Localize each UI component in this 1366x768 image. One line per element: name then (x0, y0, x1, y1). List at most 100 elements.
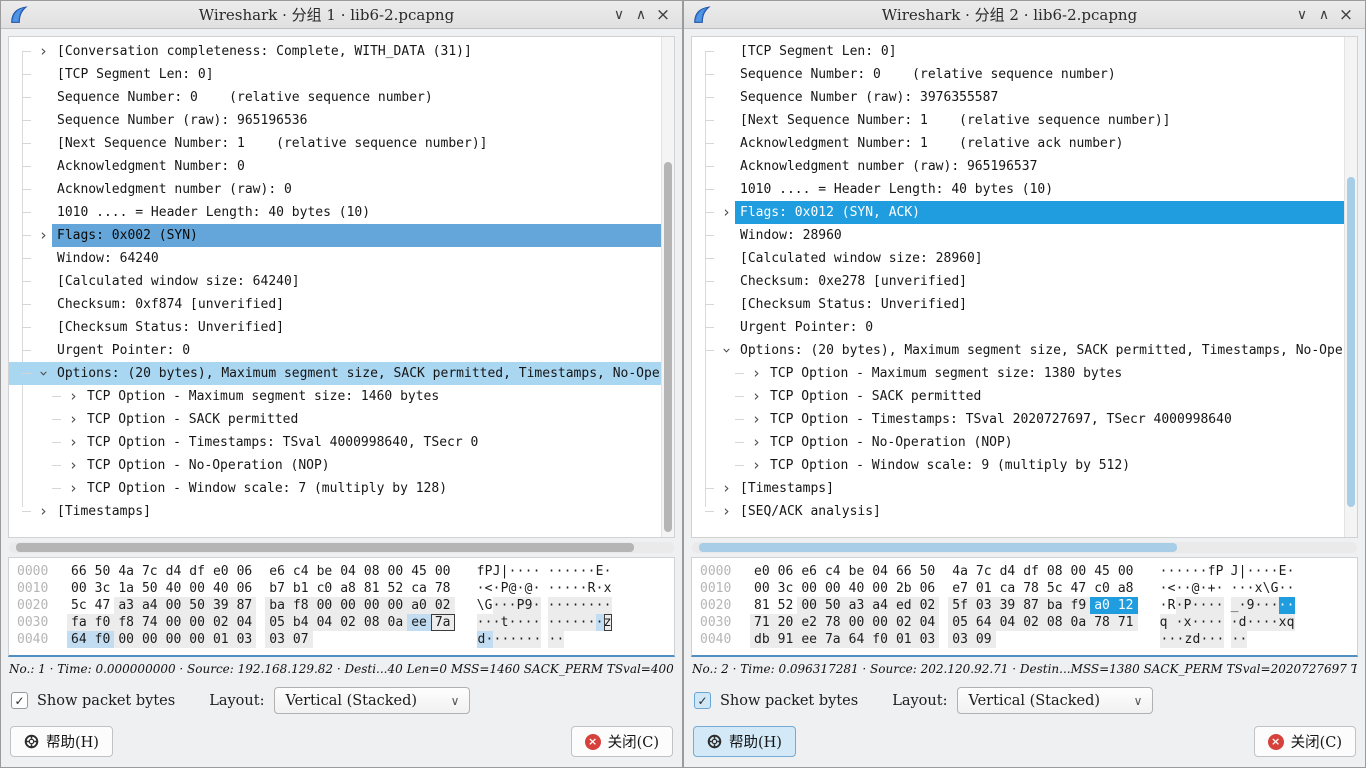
close-icon[interactable]: × (652, 2, 674, 28)
ascii-char[interactable]: 9 (525, 597, 533, 614)
hex-byte[interactable]: 39 (996, 597, 1020, 614)
ascii-char[interactable]: · (596, 580, 604, 597)
hex-byte[interactable]: 06 (233, 563, 257, 580)
ascii-char[interactable]: · (564, 597, 572, 614)
twisty-collapsed-icon[interactable]: › (65, 386, 82, 407)
tree-row[interactable]: ›Sequence Number (raw): 3976355587 (692, 86, 1344, 109)
hex-byte[interactable]: 71 (1114, 614, 1138, 631)
hex-byte[interactable]: 04 (916, 614, 940, 631)
hex-byte[interactable]: 00 (138, 631, 162, 648)
ascii-char[interactable]: · (525, 563, 533, 580)
hex-byte[interactable]: 0a (1067, 614, 1091, 631)
ascii-char[interactable]: < (485, 580, 493, 597)
tree-row[interactable]: ›[TCP Segment Len: 0] (692, 40, 1344, 63)
ascii-char[interactable]: · (477, 580, 485, 597)
ascii-char[interactable]: · (1287, 580, 1295, 597)
ascii-char[interactable]: · (1200, 563, 1208, 580)
tree-row[interactable]: ›Sequence Number: 0 (relative sequence n… (692, 63, 1344, 86)
hex-byte[interactable]: 66 (67, 563, 91, 580)
layout-combobox[interactable]: Vertical (Stacked) ∨ (274, 687, 470, 714)
ascii-char[interactable]: · (509, 563, 517, 580)
ascii-char[interactable]: · (572, 580, 580, 597)
hex-byte[interactable]: 64 (845, 631, 869, 648)
ascii-char[interactable]: · (588, 563, 596, 580)
ascii-char[interactable]: · (1287, 563, 1295, 580)
ascii-char[interactable]: G (1271, 580, 1279, 597)
hex-byte[interactable]: ca (407, 580, 431, 597)
ascii-char[interactable]: x (604, 580, 612, 597)
hex-byte[interactable]: f0 (91, 631, 115, 648)
hex-byte[interactable]: e2 (797, 614, 821, 631)
twisty-collapsed-icon[interactable]: › (65, 455, 82, 476)
tree-row[interactable]: ›1010 .... = Header Length: 40 bytes (10… (9, 201, 661, 224)
ascii-char[interactable]: d (1192, 631, 1200, 648)
hex-byte[interactable]: fa (67, 614, 91, 631)
hex-byte[interactable]: 87 (233, 597, 257, 614)
hex-byte[interactable]: 5c (67, 597, 91, 614)
hex-byte[interactable]: 00 (185, 631, 209, 648)
hex-byte[interactable]: be (845, 563, 869, 580)
ascii-char[interactable]: · (1192, 597, 1200, 614)
tree-row[interactable]: ›Acknowledgment number (raw): 0 (9, 178, 661, 201)
hex-byte[interactable]: d4 (996, 563, 1020, 580)
ascii-char[interactable]: · (1255, 597, 1263, 614)
hex-byte[interactable]: 45 (407, 563, 431, 580)
ascii-char[interactable]: · (1176, 631, 1184, 648)
ascii-char[interactable]: R (588, 580, 596, 597)
twisty-collapsed-icon[interactable]: › (748, 386, 765, 407)
ascii-char[interactable]: · (1231, 614, 1239, 631)
hex-byte[interactable]: 3c (91, 580, 115, 597)
ascii-char[interactable]: · (1279, 597, 1287, 614)
layout-combobox[interactable]: Vertical (Stacked) ∨ (957, 687, 1153, 714)
hex-byte[interactable]: 03 (972, 597, 996, 614)
twisty-collapsed-icon[interactable]: › (718, 501, 735, 522)
ascii-char[interactable]: · (1216, 614, 1224, 631)
ascii-char[interactable]: x (1184, 614, 1192, 631)
hex-byte[interactable]: 00 (1067, 563, 1091, 580)
hex-byte[interactable]: 50 (91, 563, 115, 580)
ascii-char[interactable]: J (493, 563, 501, 580)
ascii-char[interactable]: · (493, 614, 501, 631)
hex-byte[interactable]: ba (265, 597, 289, 614)
ascii-char[interactable]: G (485, 597, 493, 614)
ascii-char[interactable]: · (556, 580, 564, 597)
hex-byte[interactable]: 02 (916, 597, 940, 614)
ascii-char[interactable]: · (588, 597, 596, 614)
hex-byte[interactable]: 52 (774, 597, 798, 614)
hex-byte[interactable]: 07 (289, 631, 313, 648)
hex-byte[interactable]: df (185, 563, 209, 580)
minimize-icon[interactable]: ∨ (1291, 2, 1313, 28)
hex-byte[interactable]: a8 (336, 580, 360, 597)
ascii-char[interactable]: · (556, 614, 564, 631)
tree-row[interactable]: ›Acknowledgment Number: 1 (relative ack … (692, 132, 1344, 155)
scrollbar-thumb[interactable] (16, 543, 634, 552)
tree-row[interactable]: ›Checksum: 0xf874 [unverified] (9, 293, 661, 316)
hex-byte[interactable]: 01 (972, 580, 996, 597)
ascii-char[interactable]: · (1168, 563, 1176, 580)
tree-row[interactable]: ›Flags: 0x002 (SYN) (9, 224, 661, 247)
hex-byte[interactable]: e6 (265, 563, 289, 580)
hex-byte[interactable]: f8 (114, 614, 138, 631)
hex-row[interactable]: 0010003c1a5040004006b7b1c0a88152ca78·<·P… (17, 580, 674, 597)
ascii-char[interactable]: · (556, 563, 564, 580)
ascii-char[interactable]: · (1160, 631, 1168, 648)
tree-row[interactable]: ›TCP Option - Timestamps: TSval 20207276… (692, 408, 1344, 431)
hex-byte[interactable]: 00 (845, 614, 869, 631)
ascii-char[interactable]: · (1160, 580, 1168, 597)
ascii-char[interactable]: · (493, 597, 501, 614)
tree-row[interactable]: ›[Timestamps] (692, 477, 1344, 500)
ascii-char[interactable]: 9 (1247, 597, 1255, 614)
hex-byte[interactable]: ee (797, 631, 821, 648)
ascii-char[interactable]: · (1216, 597, 1224, 614)
ascii-char[interactable]: z (604, 614, 612, 631)
ascii-char[interactable]: · (1160, 563, 1168, 580)
ascii-char[interactable]: · (517, 580, 525, 597)
tree-row[interactable]: ›Options: (20 bytes), Maximum segment si… (692, 339, 1344, 362)
tree-row[interactable]: ›[TCP Segment Len: 0] (9, 63, 661, 86)
hex-byte[interactable]: f0 (91, 614, 115, 631)
hex-byte[interactable]: 08 (360, 614, 384, 631)
hex-byte[interactable]: a3 (845, 597, 869, 614)
ascii-char[interactable]: · (1231, 631, 1239, 648)
ascii-char[interactable]: · (1176, 563, 1184, 580)
ascii-char[interactable]: · (1168, 631, 1176, 648)
